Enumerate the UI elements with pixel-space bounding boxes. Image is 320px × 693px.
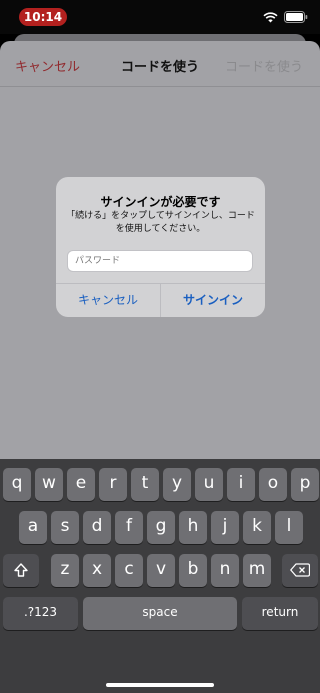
key-p[interactable]: p	[291, 468, 319, 501]
key-c[interactable]: c	[115, 554, 143, 587]
key-e[interactable]: e	[67, 468, 95, 501]
alert-title: サインインが必要です	[100, 195, 221, 209]
key-u[interactable]: u	[195, 468, 223, 501]
status-bar: 10:14	[0, 0, 320, 34]
key-i[interactable]: i	[227, 468, 255, 501]
status-icons	[263, 10, 308, 24]
key-f[interactable]: f	[115, 511, 143, 544]
key-z[interactable]: z	[51, 554, 79, 587]
key-b[interactable]: b	[179, 554, 207, 587]
key-t[interactable]: t	[131, 468, 159, 501]
key-s[interactable]: s	[51, 511, 79, 544]
key-q[interactable]: q	[3, 468, 31, 501]
key-j[interactable]: j	[211, 511, 239, 544]
home-indicator[interactable]	[106, 683, 214, 687]
return-key[interactable]: return	[242, 597, 318, 630]
key-l[interactable]: l	[275, 511, 303, 544]
numbers-key[interactable]: .?123	[3, 597, 78, 630]
nav-use-code-button[interactable]: コードを使う	[225, 56, 303, 75]
key-o[interactable]: o	[259, 468, 287, 501]
delete-icon	[290, 563, 311, 577]
key-k[interactable]: k	[243, 511, 271, 544]
alert-sign-in-button[interactable]: サインイン	[161, 284, 265, 317]
delete-key[interactable]	[282, 554, 318, 587]
key-m[interactable]: m	[243, 554, 271, 587]
key-v[interactable]: v	[147, 554, 175, 587]
alert-cancel-button[interactable]: キャンセル	[56, 284, 160, 317]
key-a[interactable]: a	[19, 511, 47, 544]
key-y[interactable]: y	[163, 468, 191, 501]
status-time: 10:14	[19, 8, 67, 26]
key-n[interactable]: n	[211, 554, 239, 587]
shift-key[interactable]	[3, 554, 39, 587]
wifi-icon	[263, 11, 278, 22]
key-d[interactable]: d	[83, 511, 111, 544]
battery-icon	[284, 11, 308, 23]
nav-divider	[0, 86, 320, 87]
nav-bar: キャンセル コードを使う コードを使う	[0, 44, 320, 86]
key-g[interactable]: g	[147, 511, 175, 544]
key-x[interactable]: x	[83, 554, 111, 587]
shift-icon	[14, 563, 28, 577]
key-r[interactable]: r	[99, 468, 127, 501]
keyboard: q w e r t y u i o p a s d f g h j k l z …	[0, 459, 320, 693]
key-h[interactable]: h	[179, 511, 207, 544]
sign-in-alert: サインインが必要です 「続ける」をタップしてサインインし、コードを使用してくださ…	[56, 177, 265, 317]
space-key[interactable]: space	[83, 597, 237, 630]
alert-message: 「続ける」をタップしてサインインし、コードを使用してください。	[66, 211, 255, 234]
key-w[interactable]: w	[35, 468, 63, 501]
password-input[interactable]	[67, 250, 253, 272]
